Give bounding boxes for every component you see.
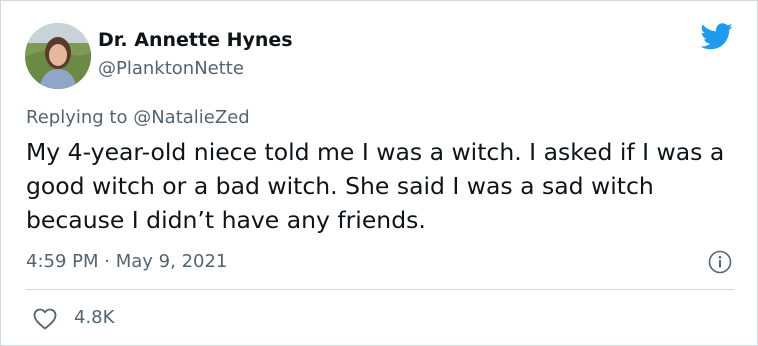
- tweet-timestamp[interactable]: 4:59 PM · May 9, 2021: [26, 251, 227, 272]
- divider: [26, 289, 734, 290]
- twitter-bird-icon[interactable]: [701, 23, 733, 50]
- tweet-card: Dr. Annette Hynes @PlanktonNette Replyin…: [0, 0, 758, 346]
- reply-context: Replying to @NatalieZed: [26, 107, 250, 128]
- tweet-date: May 9, 2021: [115, 251, 228, 272]
- like-count[interactable]: 4.8K: [74, 307, 114, 328]
- heart-icon[interactable]: [33, 308, 57, 330]
- reply-prefix: Replying to: [26, 107, 128, 128]
- tweet-text: My 4-year-old niece told me I was a witc…: [26, 138, 725, 234]
- reply-mention-link[interactable]: @NatalieZed: [133, 107, 250, 128]
- avatar[interactable]: [25, 23, 91, 89]
- avatar-photo: [25, 23, 91, 89]
- author-handle[interactable]: @PlanktonNette: [98, 58, 244, 79]
- timestamp-separator: ·: [104, 251, 110, 272]
- author-name[interactable]: Dr. Annette Hynes: [98, 29, 293, 51]
- info-icon[interactable]: [708, 250, 732, 274]
- tweet-time: 4:59 PM: [26, 251, 99, 272]
